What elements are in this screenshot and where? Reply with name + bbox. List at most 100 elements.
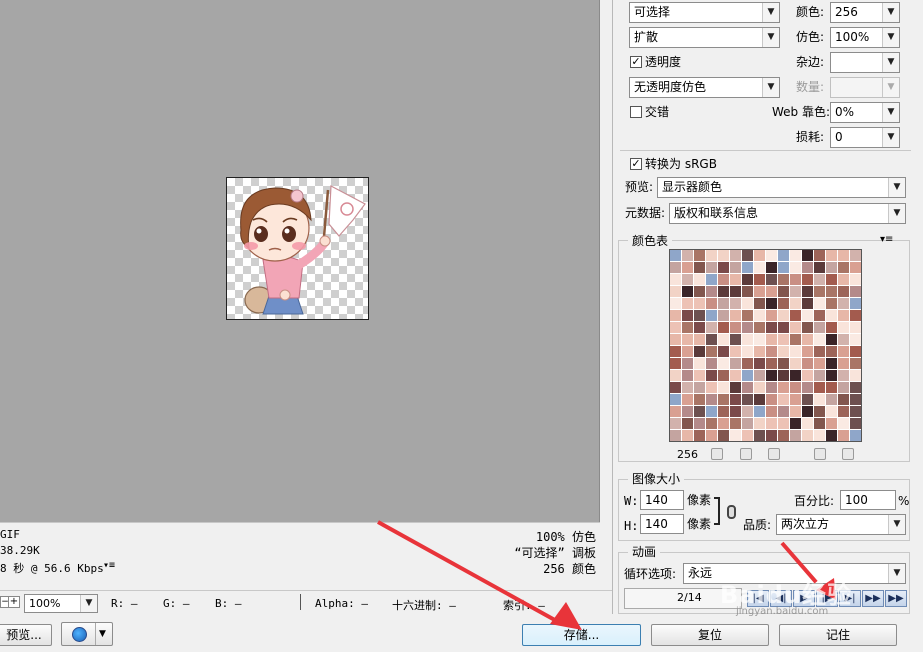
browser-preview-button[interactable]: ▼: [61, 622, 113, 646]
color-swatch[interactable]: [814, 298, 825, 309]
color-swatch[interactable]: [718, 322, 729, 333]
color-swatch[interactable]: [730, 322, 741, 333]
color-swatch[interactable]: [814, 418, 825, 429]
color-swatch[interactable]: [742, 430, 753, 441]
color-swatch[interactable]: [670, 346, 681, 357]
color-swatch[interactable]: [730, 310, 741, 321]
color-swatch[interactable]: [766, 370, 777, 381]
color-swatch[interactable]: [682, 310, 693, 321]
interlaced-checkbox[interactable]: [630, 106, 642, 118]
color-swatch[interactable]: [826, 310, 837, 321]
color-swatch[interactable]: [802, 394, 813, 405]
color-swatch[interactable]: [766, 382, 777, 393]
color-swatch[interactable]: [766, 334, 777, 345]
color-swatch[interactable]: [754, 394, 765, 405]
color-swatch[interactable]: [730, 430, 741, 441]
color-swatch[interactable]: [814, 274, 825, 285]
colors-select[interactable]: 256 ▼: [830, 2, 900, 23]
color-swatch[interactable]: [670, 394, 681, 405]
color-swatch[interactable]: [742, 286, 753, 297]
color-swatch[interactable]: [802, 382, 813, 393]
color-swatch[interactable]: [814, 310, 825, 321]
color-swatch[interactable]: [838, 286, 849, 297]
color-swatch[interactable]: [694, 394, 705, 405]
color-swatch[interactable]: [850, 394, 861, 405]
color-swatch[interactable]: [706, 406, 717, 417]
color-swatch[interactable]: [766, 274, 777, 285]
color-swatch[interactable]: [778, 250, 789, 261]
color-swatch[interactable]: [814, 358, 825, 369]
color-swatch[interactable]: [790, 334, 801, 345]
fast-forward-end-icon[interactable]: ▶▶: [885, 590, 907, 607]
web-snap-select[interactable]: 0% ▼: [830, 102, 900, 123]
color-swatch[interactable]: [850, 334, 861, 345]
color-swatch[interactable]: [802, 310, 813, 321]
color-swatch[interactable]: [838, 334, 849, 345]
color-swatch[interactable]: [850, 274, 861, 285]
color-swatch[interactable]: [778, 334, 789, 345]
color-swatch[interactable]: [718, 406, 729, 417]
color-swatch[interactable]: [766, 286, 777, 297]
color-swatch[interactable]: [742, 346, 753, 357]
color-swatch[interactable]: [850, 298, 861, 309]
color-swatch[interactable]: [670, 406, 681, 417]
color-swatch[interactable]: [814, 370, 825, 381]
color-swatch[interactable]: [694, 358, 705, 369]
color-swatch[interactable]: [850, 346, 861, 357]
color-swatch[interactable]: [826, 370, 837, 381]
color-swatch[interactable]: [682, 334, 693, 345]
color-swatch[interactable]: [790, 310, 801, 321]
color-swatch[interactable]: [802, 430, 813, 441]
color-swatch[interactable]: [742, 382, 753, 393]
color-swatch[interactable]: [670, 358, 681, 369]
color-swatch[interactable]: [790, 346, 801, 357]
color-swatch[interactable]: [838, 394, 849, 405]
color-swatch[interactable]: [838, 322, 849, 333]
color-swatch[interactable]: [706, 358, 717, 369]
color-swatch[interactable]: [742, 358, 753, 369]
color-swatch[interactable]: [694, 310, 705, 321]
color-swatch[interactable]: [850, 382, 861, 393]
color-swatch[interactable]: [682, 358, 693, 369]
color-swatch[interactable]: [670, 418, 681, 429]
color-swatch[interactable]: [826, 430, 837, 441]
color-swatch[interactable]: [778, 346, 789, 357]
color-swatch[interactable]: [706, 418, 717, 429]
convert-srgb-checkbox[interactable]: ✓: [630, 158, 642, 170]
color-swatch[interactable]: [826, 298, 837, 309]
color-swatch[interactable]: [850, 322, 861, 333]
color-swatch[interactable]: [742, 418, 753, 429]
color-swatch[interactable]: [694, 406, 705, 417]
color-swatch[interactable]: [838, 406, 849, 417]
info-menu-icon[interactable]: ▾≡: [103, 560, 115, 571]
color-swatch[interactable]: [694, 250, 705, 261]
color-swatch[interactable]: [826, 322, 837, 333]
color-swatch[interactable]: [730, 382, 741, 393]
reset-button[interactable]: 复位: [651, 624, 769, 646]
color-swatch[interactable]: [718, 430, 729, 441]
color-swatch[interactable]: [826, 406, 837, 417]
color-swatch[interactable]: [778, 274, 789, 285]
color-swatch[interactable]: [682, 286, 693, 297]
color-swatch[interactable]: [730, 394, 741, 405]
color-swatch[interactable]: [790, 286, 801, 297]
color-swatch[interactable]: [826, 418, 837, 429]
color-swatch[interactable]: [706, 250, 717, 261]
color-swatch[interactable]: [718, 262, 729, 273]
color-swatch[interactable]: [742, 394, 753, 405]
color-swatch[interactable]: [802, 298, 813, 309]
color-swatch[interactable]: [826, 394, 837, 405]
color-swatch[interactable]: [706, 322, 717, 333]
color-swatch[interactable]: [790, 418, 801, 429]
color-swatch[interactable]: [706, 262, 717, 273]
color-swatch[interactable]: [766, 322, 777, 333]
color-swatch[interactable]: [718, 382, 729, 393]
color-swatch[interactable]: [802, 262, 813, 273]
chain-link-icon[interactable]: [727, 505, 736, 519]
color-swatch[interactable]: [682, 382, 693, 393]
color-swatch[interactable]: [754, 346, 765, 357]
height-input[interactable]: 140: [640, 514, 684, 534]
color-swatch[interactable]: [670, 334, 681, 345]
color-swatch[interactable]: [766, 310, 777, 321]
color-swatch[interactable]: [682, 298, 693, 309]
